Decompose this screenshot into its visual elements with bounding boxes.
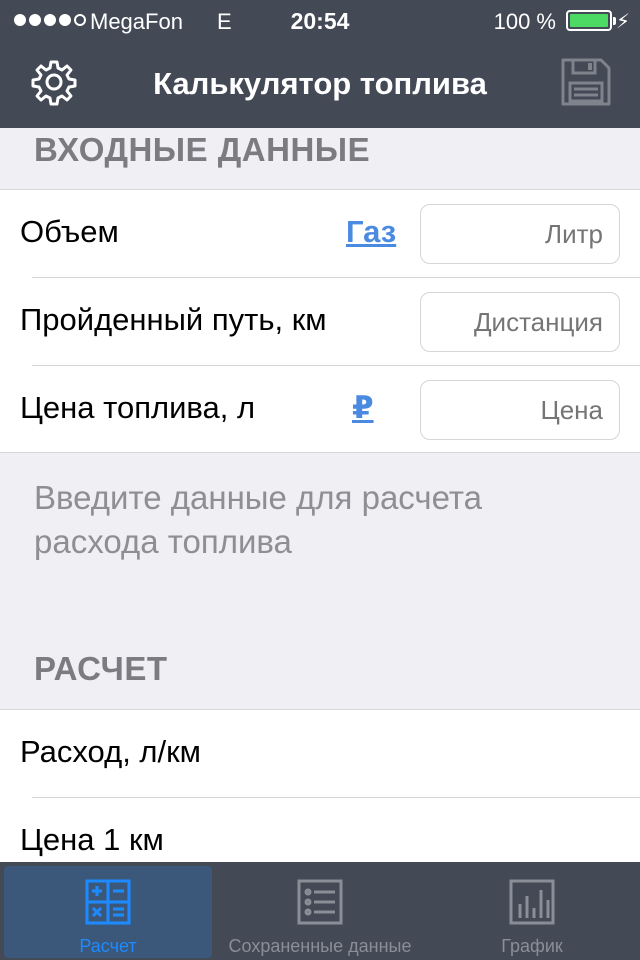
result-group: Расход, л/км Цена 1 км — [0, 709, 640, 869]
tab-bar: Расчет Сохраненные данные График — [0, 862, 640, 960]
page-title: Калькулятор топлива — [153, 66, 487, 101]
price-label: Цена топлива, л — [20, 390, 256, 425]
distance-row: Пройденный путь, км — [0, 278, 640, 366]
battery-icon — [566, 10, 616, 31]
top-bar: MegaFon E 20:54 100 % ⚡ Калькулятор топл… — [0, 0, 640, 128]
calculator-icon — [85, 879, 131, 925]
distance-input[interactable] — [420, 292, 620, 352]
tab-label: Расчет — [79, 936, 137, 956]
section-header-input: ВХОДНЫЕ ДАННЫЕ — [34, 131, 371, 168]
cost-per-km-label: Цена 1 км — [20, 822, 164, 857]
currency-link[interactable]: ₽ — [352, 390, 374, 426]
fuel-type-link[interactable]: Газ — [346, 214, 396, 250]
tab-calculation[interactable]: Расчет — [4, 866, 212, 958]
volume-input[interactable] — [420, 204, 620, 264]
input-group: Объем Газ Пройденный путь, км Цена топли… — [0, 189, 640, 453]
price-row: Цена топлива, л ₽ — [0, 366, 640, 454]
consumption-row: Расход, л/км — [0, 710, 640, 798]
charging-bolt-icon: ⚡ — [615, 11, 630, 33]
bar-chart-icon — [509, 879, 555, 925]
tab-chart[interactable]: График — [428, 866, 636, 958]
price-input[interactable] — [420, 380, 620, 440]
hint-text: Введите данные для расчета расхода топли… — [34, 479, 482, 560]
list-icon — [297, 879, 343, 925]
tab-label: Сохраненные данные — [228, 936, 412, 956]
status-bar: MegaFon E 20:54 100 % ⚡ — [0, 0, 640, 42]
distance-label: Пройденный путь, км — [20, 302, 327, 337]
tab-saved-data[interactable]: Сохраненные данные — [216, 866, 424, 958]
consumption-label: Расход, л/км — [20, 734, 201, 769]
floppy-disk-icon[interactable] — [560, 57, 612, 107]
section-header-result: РАСЧЕТ — [34, 650, 168, 687]
gear-icon[interactable] — [30, 58, 78, 106]
tab-label: График — [501, 936, 563, 956]
divider — [32, 797, 640, 798]
volume-row: Объем Газ — [0, 190, 640, 278]
volume-label: Объем — [20, 214, 119, 249]
battery-percent: 100 % — [493, 9, 556, 34]
